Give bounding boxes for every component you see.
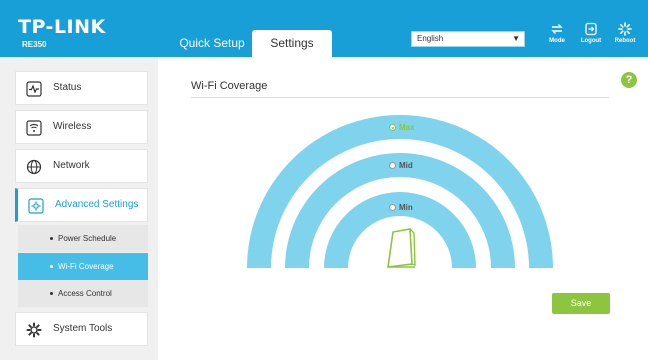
logout-button[interactable]: Logout	[576, 22, 606, 44]
level-label: Min	[399, 203, 413, 212]
sidebar: Status Wireless Network Advanced Setting…	[0, 57, 158, 360]
sidebar-item-label: Status	[53, 82, 82, 93]
level-mid-radio[interactable]: Mid	[389, 161, 413, 170]
extender-device-icon	[387, 228, 416, 268]
coverage-arcs	[247, 115, 553, 268]
logout-label: Logout	[580, 38, 602, 44]
level-max-radio[interactable]: Max	[389, 123, 415, 132]
language-value: English	[417, 34, 444, 43]
tab-settings[interactable]: Settings	[252, 30, 332, 57]
bullet-icon	[50, 292, 53, 295]
chevron-down-icon: ▼	[512, 34, 520, 43]
radio-icon	[389, 204, 396, 212]
sidebar-subitem-wifi-coverage[interactable]: Wi-Fi Coverage	[18, 253, 148, 280]
level-label: Max	[399, 123, 415, 132]
reboot-button[interactable]: Reboot	[610, 22, 640, 44]
status-icon	[26, 81, 42, 97]
sidebar-item-network[interactable]: Network	[15, 149, 148, 183]
level-label: Mid	[399, 161, 413, 170]
sidebar-item-system-tools[interactable]: System Tools	[15, 312, 148, 346]
advanced-settings-icon	[28, 198, 44, 214]
sidebar-subitem-label: Access Control	[58, 289, 112, 298]
mode-label: Mode	[549, 38, 565, 44]
language-select[interactable]: English ▼	[411, 31, 525, 47]
level-min-radio[interactable]: Min	[389, 203, 413, 212]
sidebar-subitem-access-control[interactable]: Access Control	[18, 280, 148, 307]
logout-icon	[585, 22, 597, 36]
sidebar-item-label: Advanced Settings	[55, 199, 139, 210]
save-button[interactable]: Save	[552, 293, 610, 314]
radio-icon	[389, 162, 396, 170]
sidebar-item-advanced-settings[interactable]: Advanced Settings	[15, 188, 148, 222]
wireless-icon	[26, 120, 42, 136]
top-bar: TP-LINK RE350 Quick Setup Settings Engli…	[0, 0, 648, 57]
bullet-icon	[50, 265, 53, 268]
sidebar-item-label: Network	[53, 160, 90, 171]
reboot-icon	[618, 22, 632, 36]
sidebar-item-label: Wireless	[53, 121, 92, 132]
divider	[191, 97, 609, 98]
bullet-icon	[50, 237, 53, 240]
sidebar-subitem-label: Wi-Fi Coverage	[58, 262, 114, 271]
sidebar-subitem-label: Power Schedule	[58, 234, 117, 243]
sidebar-item-wireless[interactable]: Wireless	[15, 110, 148, 144]
network-icon	[26, 159, 42, 175]
page-title: Wi-Fi Coverage	[191, 80, 268, 92]
help-icon[interactable]: ?	[621, 72, 637, 88]
mode-icon	[551, 24, 563, 34]
sidebar-subitem-power-schedule[interactable]: Power Schedule	[18, 225, 148, 252]
sidebar-item-status[interactable]: Status	[15, 71, 148, 105]
reboot-label: Reboot	[614, 38, 636, 44]
brand-logo: TP-LINK	[18, 16, 106, 38]
radio-icon	[389, 124, 396, 132]
tab-quick-setup[interactable]: Quick Setup	[176, 30, 248, 57]
mode-button[interactable]: Mode	[542, 22, 572, 44]
system-tools-icon	[26, 322, 42, 338]
sidebar-item-label: System Tools	[53, 323, 113, 334]
model-name: RE350	[22, 40, 47, 49]
